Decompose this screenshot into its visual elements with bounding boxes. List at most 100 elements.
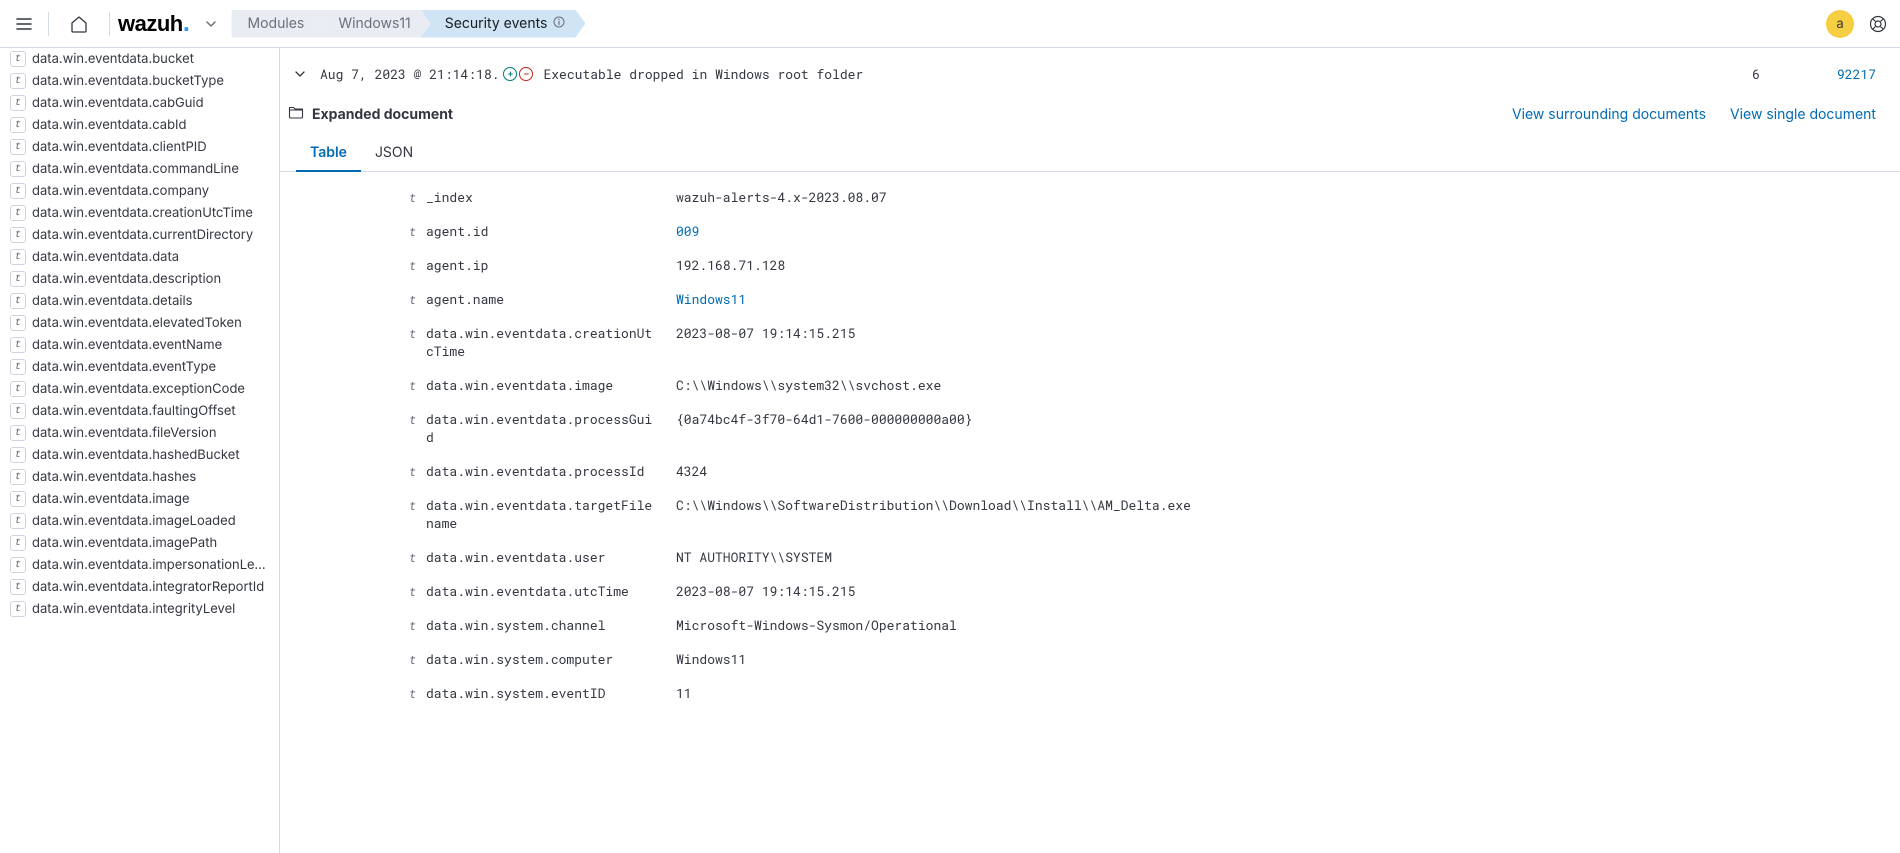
field-type-badge: t <box>10 117 26 133</box>
detail-row: tdata.win.system.eventID11 <box>280 676 1900 710</box>
detail-key: data.win.system.channel <box>426 616 676 634</box>
field-type-badge: t <box>10 271 26 287</box>
field-type-badge: t <box>10 491 26 507</box>
detail-key: data.win.eventdata.user <box>426 548 676 566</box>
folder-open-icon <box>288 104 304 124</box>
detail-value: wazuh-alerts-4.x-2023.08.07 <box>676 188 1876 206</box>
field-item[interactable]: tdata.win.eventdata.faultingOffset <box>6 400 273 422</box>
field-item[interactable]: tdata.win.eventdata.hashes <box>6 466 273 488</box>
divider <box>48 12 49 36</box>
tab-table[interactable]: Table <box>296 134 361 171</box>
field-label: data.win.eventdata.cabId <box>32 117 186 133</box>
field-label: data.win.eventdata.imagePath <box>32 535 217 551</box>
field-item[interactable]: tdata.win.eventdata.integratorReportId <box>6 576 273 598</box>
field-type-indicator: t <box>296 550 426 566</box>
field-item[interactable]: t data.win.eventdata.cabId <box>6 114 273 136</box>
field-label: data.win.eventdata.fileVersion <box>32 425 217 441</box>
field-type-badge: t <box>10 183 26 199</box>
field-label: data.win.eventdata.cabGuid <box>32 95 204 111</box>
field-item[interactable]: tdata.win.eventdata.elevatedToken <box>6 312 273 334</box>
field-type-indicator: t <box>296 652 426 668</box>
detail-key: agent.id <box>426 222 676 240</box>
field-type-badge: t <box>10 161 26 177</box>
field-item[interactable]: t data.win.eventdata.data <box>6 246 273 268</box>
tab-json[interactable]: JSON <box>361 134 427 171</box>
detail-key: data.win.system.eventID <box>426 684 676 702</box>
field-type-indicator: t <box>296 378 426 394</box>
menu-button[interactable] <box>8 8 40 40</box>
field-item[interactable]: tdata.win.eventdata.commandLine <box>6 158 273 180</box>
field-label: data.win.eventdata.image <box>32 491 190 507</box>
view-surrounding-link[interactable]: View surrounding documents <box>1512 106 1706 123</box>
event-description: Executable dropped in Windows root folde… <box>543 65 1716 83</box>
event-time: Aug 7, 2023 @ 21:14:18. <box>320 65 499 83</box>
field-type-badge: t <box>10 249 26 265</box>
event-rule-id[interactable]: 92217 <box>1796 65 1876 83</box>
detail-row: tagent.ip192.168.71.128 <box>280 248 1900 282</box>
main-content: Aug 7, 2023 @ 21:14:18. + − Executable d… <box>280 48 1900 853</box>
user-avatar[interactable]: a <box>1826 10 1854 38</box>
breadcrumb-security-events[interactable]: Security events <box>421 10 586 38</box>
field-item[interactable]: tdata.win.eventdata.exceptionCode <box>6 378 273 400</box>
field-item[interactable]: tdata.win.eventdata.eventType <box>6 356 273 378</box>
field-item[interactable]: tdata.win.eventdata.details <box>6 290 273 312</box>
field-item[interactable]: tdata.win.eventdata.currentDirectory <box>6 224 273 246</box>
field-item[interactable]: t data.win.eventdata.company <box>6 180 273 202</box>
field-label: data.win.eventdata.imageLoaded <box>32 513 236 529</box>
detail-row: tdata.win.eventdata.imageC:\\Windows\\sy… <box>280 368 1900 402</box>
field-item[interactable]: tdata.win.eventdata.description <box>6 268 273 290</box>
field-type-indicator: t <box>296 258 426 274</box>
detail-value: 4324 <box>676 462 1876 480</box>
field-item[interactable]: tdata.win.eventdata.fileVersion <box>6 422 273 444</box>
field-item[interactable]: tdata.win.eventdata.impersonationLevel <box>6 554 273 576</box>
home-button[interactable] <box>63 8 95 40</box>
field-item[interactable]: tdata.win.eventdata.hashedBucket <box>6 444 273 466</box>
view-single-link[interactable]: View single document <box>1730 106 1876 123</box>
field-type-indicator: t <box>296 190 426 206</box>
field-item[interactable]: tdata.win.eventdata.cabGuid <box>6 92 273 114</box>
detail-row: tdata.win.eventdata.utcTime2023-08-07 19… <box>280 574 1900 608</box>
field-item[interactable]: tdata.win.eventdata.bucket <box>6 48 273 70</box>
field-type-indicator: t <box>296 498 426 514</box>
wazuh-logo[interactable]: wazuh. <box>118 11 189 37</box>
breadcrumb-windows11[interactable]: Windows11 <box>314 10 430 38</box>
field-label: data.win.eventdata.integrityLevel <box>32 601 235 617</box>
newsfeed-button[interactable] <box>1864 10 1892 38</box>
detail-row: tdata.win.eventdata.userNT AUTHORITY\\SY… <box>280 540 1900 574</box>
field-item[interactable]: tdata.win.eventdata.eventName <box>6 334 273 356</box>
field-item[interactable]: tdata.win.eventdata.clientPID <box>6 136 273 158</box>
field-item[interactable]: t data.win.eventdata.image <box>6 488 273 510</box>
breadcrumb-modules[interactable]: Modules <box>231 10 324 38</box>
field-label: data.win.eventdata.company <box>32 183 209 199</box>
detail-row: tagent.nameWindows11 <box>280 282 1900 316</box>
field-label: data.win.eventdata.integratorReportId <box>32 579 264 595</box>
detail-value[interactable]: Windows11 <box>676 290 1876 308</box>
logo-dropdown[interactable] <box>195 8 227 40</box>
field-item[interactable]: t data.win.eventdata.bucketType <box>6 70 273 92</box>
detail-value: 192.168.71.128 <box>676 256 1876 274</box>
filter-in-icon[interactable]: + <box>503 67 517 81</box>
field-type-indicator: t <box>296 326 426 342</box>
field-label: data.win.eventdata.bucketType <box>32 73 224 89</box>
detail-value[interactable]: 009 <box>676 222 1876 240</box>
field-type-indicator: t <box>296 618 426 634</box>
field-type-badge: t <box>10 557 26 573</box>
field-type-indicator: t <box>296 224 426 240</box>
field-label: data.win.eventdata.data <box>32 249 179 265</box>
divider <box>109 12 110 36</box>
lifesaver-icon <box>1869 15 1887 33</box>
filter-out-icon[interactable]: − <box>519 67 533 81</box>
field-item[interactable]: tdata.win.eventdata.imageLoaded <box>6 510 273 532</box>
field-type-badge: t <box>10 601 26 617</box>
field-item[interactable]: tdata.win.eventdata.imagePath <box>6 532 273 554</box>
detail-key: data.win.eventdata.utcTime <box>426 582 676 600</box>
fields-sidebar[interactable]: tdata.win.eventdata.buckettdata.win.even… <box>0 48 280 853</box>
detail-value: NT AUTHORITY\\SYSTEM <box>676 548 1876 566</box>
field-type-badge: t <box>10 73 26 89</box>
field-type-badge: t <box>10 403 26 419</box>
field-item[interactable]: tdata.win.eventdata.creationUtcTime <box>6 202 273 224</box>
field-item[interactable]: t data.win.eventdata.integrityLevel <box>6 598 273 620</box>
collapse-toggle[interactable] <box>288 62 312 86</box>
detail-row: tdata.win.eventdata.targetFilenameC:\\Wi… <box>280 488 1900 540</box>
detail-row: tdata.win.system.computerWindows11 <box>280 642 1900 676</box>
